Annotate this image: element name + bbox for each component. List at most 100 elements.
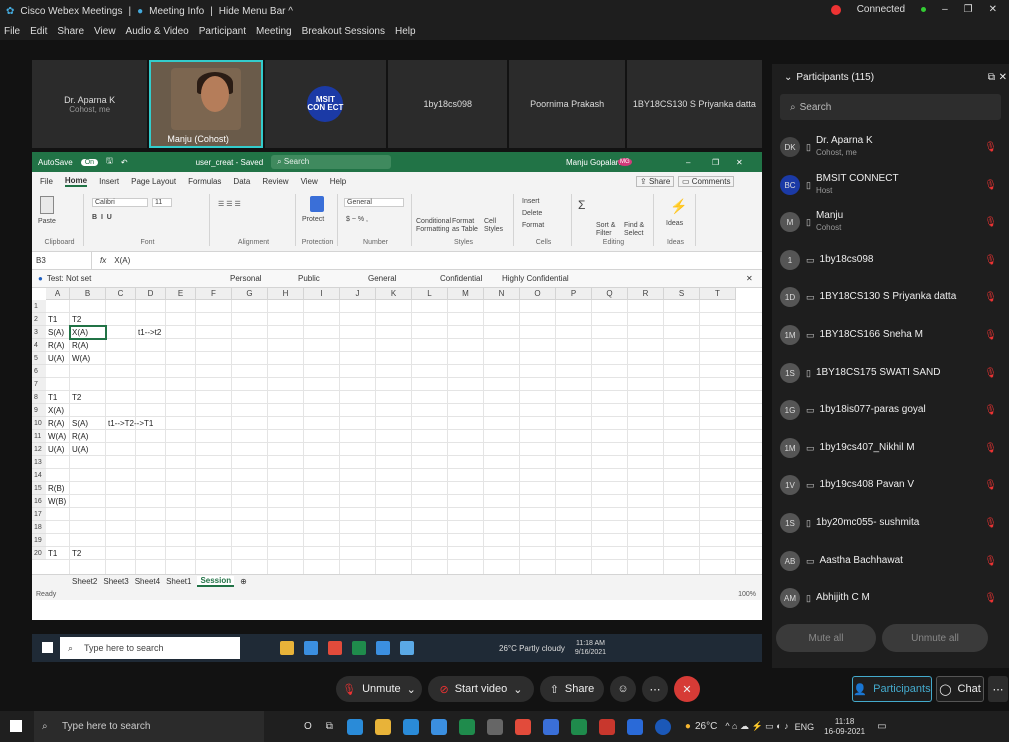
sensitivity-confidential[interactable]: Confidential xyxy=(440,274,482,283)
formula-input[interactable]: X(A) xyxy=(114,256,130,265)
mic-muted-icon[interactable]: 🎙 xyxy=(984,405,997,416)
share-button[interactable]: ⇪ Share xyxy=(636,175,675,187)
participant-row[interactable]: 1G ▭ 1by18is077-paras goyal 🎙 xyxy=(772,393,1009,427)
table-cell[interactable]: R(A) xyxy=(72,339,88,352)
participants-toggle-button[interactable]: 👤 Participants xyxy=(852,676,932,702)
sort-filter-button[interactable]: Sort & Filter xyxy=(596,222,622,238)
table-cell[interactable]: U(A) xyxy=(48,443,64,456)
row-header[interactable]: 7 xyxy=(32,378,46,391)
delete-cells-button[interactable]: Delete xyxy=(522,210,542,217)
currency-icons[interactable]: $ ~ % , xyxy=(346,216,368,223)
row-header[interactable]: 18 xyxy=(32,521,46,534)
sensitivity-close-icon[interactable]: ✕ xyxy=(746,274,753,283)
column-header[interactable]: B xyxy=(70,288,106,300)
participant-row[interactable]: DK ▯ Dr. Aparna K Cohost, me 🎙 xyxy=(772,130,1009,164)
table-cell[interactable]: R(B) xyxy=(48,482,64,495)
add-sheet-icon[interactable]: ⊕ xyxy=(240,577,247,586)
unmute-all-button[interactable]: Unmute all xyxy=(882,624,988,652)
mic-muted-icon[interactable]: 🎙 xyxy=(984,255,997,266)
participant-row[interactable]: AB ▭ Aastha Bachhawat 🎙 xyxy=(772,544,1009,578)
mic-muted-icon[interactable]: 🎙 xyxy=(984,292,997,303)
participants-search-input[interactable]: ⌕ Search xyxy=(780,94,1001,120)
close-button[interactable]: ✕ xyxy=(989,4,997,15)
mail-icon[interactable] xyxy=(430,718,447,735)
xbox-icon[interactable] xyxy=(458,718,475,735)
leave-meeting-button[interactable]: ✕ xyxy=(674,676,700,702)
column-header[interactable]: J xyxy=(340,288,376,300)
unmute-chevron-icon[interactable]: ⌄ xyxy=(407,683,416,696)
sensitivity-personal[interactable]: Personal xyxy=(230,274,262,283)
more-options-button[interactable]: ⋯ xyxy=(642,676,668,702)
inner-windows-icon[interactable] xyxy=(42,642,53,653)
video-tile-1by18cs098[interactable]: 1by18cs098 xyxy=(388,60,508,148)
column-header[interactable]: O xyxy=(520,288,556,300)
protect-icon[interactable] xyxy=(310,196,324,212)
mic-muted-icon[interactable]: 🎙 xyxy=(984,330,997,341)
inner-webex-icon[interactable] xyxy=(376,641,390,655)
alignment-icons[interactable]: ☰ ☰ ☰ xyxy=(218,200,241,208)
participant-row[interactable]: 1 ▭ 1by18cs098 🎙 xyxy=(772,243,1009,277)
cell-styles-button[interactable]: Cell Styles xyxy=(484,218,510,234)
participant-row[interactable]: 1D ▭ 1BY18CS130 S Priyanka datta 🎙 xyxy=(772,280,1009,314)
table-cell[interactable]: t1-->t2 xyxy=(138,326,161,339)
row-header[interactable]: 15 xyxy=(32,482,46,495)
panel-close-icon[interactable]: ✕ xyxy=(999,72,1007,83)
video-tile-priyanka[interactable]: 1BY18CS130 S Priyanka datta xyxy=(626,60,763,148)
participant-row[interactable]: 1S ▯ 1BY18CS175 SWATI SAND 🎙 xyxy=(772,356,1009,390)
mic-muted-icon[interactable]: 🎙 xyxy=(984,443,997,454)
excel-close[interactable]: ✕ xyxy=(736,158,743,167)
share-screen-button[interactable]: ⇧ Share xyxy=(540,676,604,702)
menu-audio-video[interactable]: Audio & Video xyxy=(126,26,189,37)
participant-row[interactable]: 1M ▭ 1by19cs407_Nikhil M 🎙 xyxy=(772,431,1009,465)
system-tray-icons[interactable]: ^ ⌂ ☁ ⚡ ▭ ◐ ♪ xyxy=(725,721,788,732)
column-header[interactable]: K xyxy=(376,288,412,300)
autosave-toggle[interactable]: On xyxy=(80,158,99,166)
fx-icon[interactable]: fx xyxy=(92,256,114,265)
paste-icon[interactable] xyxy=(40,196,54,214)
participant-row[interactable]: AM ▯ Abhijith C M 🎙 xyxy=(772,581,1009,615)
row-header[interactable]: 8 xyxy=(32,391,46,404)
sensitivity-highly-confidential[interactable]: Highly Confidential xyxy=(502,274,569,283)
menu-participant[interactable]: Participant xyxy=(199,26,246,37)
minimize-button[interactable]: – xyxy=(942,4,948,15)
pdf-icon[interactable] xyxy=(598,718,615,735)
tab-review[interactable]: Review xyxy=(262,177,288,186)
chat-toggle-button[interactable]: ◯ Chat xyxy=(936,676,984,702)
table-cell[interactable]: T1 xyxy=(48,391,57,404)
collapse-chevron-icon[interactable]: ⌄ xyxy=(784,72,792,83)
column-header[interactable]: L xyxy=(412,288,448,300)
inner-excel-icon[interactable] xyxy=(352,641,366,655)
tab-view[interactable]: View xyxy=(301,177,318,186)
inner-search-box[interactable]: ⌕ Type here to search xyxy=(60,637,240,659)
column-header[interactable]: R xyxy=(628,288,664,300)
column-header[interactable]: G xyxy=(232,288,268,300)
edge-icon[interactable] xyxy=(346,718,363,735)
table-cell[interactable]: X(A) xyxy=(48,404,64,417)
undo-icon[interactable]: ↶ xyxy=(121,158,128,167)
file-explorer-icon[interactable] xyxy=(374,718,391,735)
comments-button[interactable]: ▭ Comments xyxy=(678,175,735,187)
windows-start-icon[interactable] xyxy=(10,720,22,732)
row-header[interactable]: 10 xyxy=(32,417,46,430)
mic-muted-icon[interactable]: 🎙 xyxy=(984,217,997,228)
column-header[interactable]: I xyxy=(304,288,340,300)
mic-muted-icon[interactable]: 🎙 xyxy=(984,593,997,604)
insert-cells-button[interactable]: Insert xyxy=(522,198,540,205)
inner-chrome-icon[interactable] xyxy=(328,641,342,655)
inner-app-icon[interactable] xyxy=(400,641,414,655)
zoom-level[interactable]: 100% xyxy=(738,591,756,598)
tab-help[interactable]: Help xyxy=(330,177,346,186)
clock-time[interactable]: 11:18 xyxy=(824,717,865,727)
start-video-chevron-icon[interactable]: ⌄ xyxy=(513,683,522,696)
menu-breakout[interactable]: Breakout Sessions xyxy=(302,26,385,37)
video-tile-manju[interactable]: Manju (Cohost) xyxy=(149,60,263,148)
column-header[interactable]: N xyxy=(484,288,520,300)
tab-page-layout[interactable]: Page Layout xyxy=(131,177,176,186)
save-icon[interactable]: 🖫 xyxy=(106,155,113,169)
menu-help[interactable]: Help xyxy=(395,26,416,37)
row-header[interactable]: 3 xyxy=(32,326,46,339)
cortana-icon[interactable]: O xyxy=(304,721,312,732)
conditional-formatting-button[interactable]: Conditional Formatting xyxy=(416,218,451,234)
column-header[interactable]: M xyxy=(448,288,484,300)
row-header[interactable]: 6 xyxy=(32,365,46,378)
